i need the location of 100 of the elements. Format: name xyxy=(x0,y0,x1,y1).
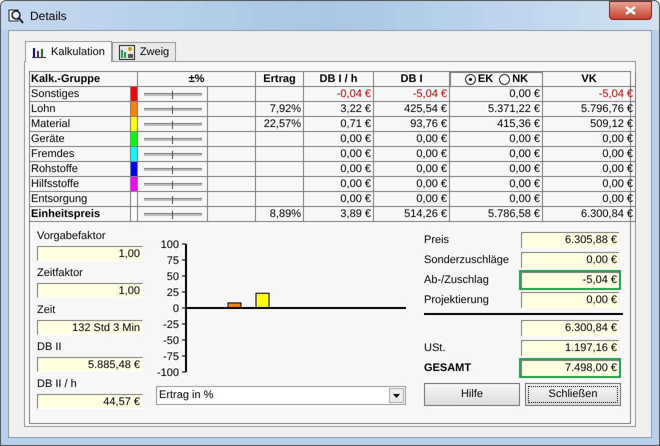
table-cell: 5.786,58 € xyxy=(450,207,543,222)
table-cell xyxy=(256,87,304,102)
axis-tick-label: 75 xyxy=(166,255,179,267)
table-cell xyxy=(256,192,304,207)
close-icon xyxy=(625,6,636,15)
field-label: Vorgabefaktor xyxy=(37,230,106,243)
field-label: DB II xyxy=(37,341,62,354)
slider-thumb[interactable] xyxy=(172,150,174,158)
table-cell: 0,00 € xyxy=(374,192,450,207)
slider-thumb[interactable] xyxy=(172,210,174,218)
field-label: Ab-/Zuschlag xyxy=(424,274,489,286)
value-field: -5,04 € xyxy=(519,270,621,290)
table-cell xyxy=(256,177,304,192)
table-cell: 0,00 € xyxy=(543,177,636,192)
table-cell: -5,04 € xyxy=(374,87,450,102)
field-label: DB II / h xyxy=(37,378,78,391)
table-cell: 7,92% xyxy=(256,102,304,117)
dialog-button[interactable]: Hilfe xyxy=(424,383,520,406)
table-cell: -5,04 € xyxy=(543,87,636,102)
axis-tick-label: 25 xyxy=(166,287,179,299)
table-cell: 8,89% xyxy=(256,207,304,222)
table-cell: 0,00 € xyxy=(304,132,374,147)
bar xyxy=(256,292,270,308)
field-label: Preis xyxy=(424,234,450,246)
column-header: Kalk.-Gruppe xyxy=(30,72,138,87)
value-field: 0,00 € xyxy=(519,250,621,270)
column-header: Ertrag xyxy=(256,72,304,87)
axis-tick-label: -75 xyxy=(163,351,179,363)
table-cell xyxy=(256,147,304,162)
axis-tick-label: 0 xyxy=(172,303,179,315)
table-cell: 415,36 € xyxy=(450,117,543,132)
field-label: Projektierung xyxy=(424,294,489,306)
table-cell: 0,00 € xyxy=(304,192,374,207)
axis-tick-label: -25 xyxy=(163,319,179,331)
value-field: 6.300,84 € xyxy=(519,318,621,338)
axis-tick-label: -50 xyxy=(163,335,179,347)
table-cell: 0,00 € xyxy=(543,192,636,207)
field-label: Sonderzuschläge xyxy=(424,254,510,266)
table-cell: 514,26 € xyxy=(374,207,450,222)
bar xyxy=(228,302,242,308)
landscape-icon xyxy=(118,44,135,60)
table-cell: 22,57% xyxy=(256,117,304,132)
table-cell: 5.371,22 € xyxy=(450,102,543,117)
table-cell: 0,00 € xyxy=(450,177,543,192)
column-header: DB I xyxy=(374,72,450,87)
slider-thumb[interactable] xyxy=(172,106,174,114)
dropdown[interactable]: Ertrag in % xyxy=(156,386,406,405)
table-cell: 509,12 € xyxy=(543,117,636,132)
radio-option[interactable]: NK xyxy=(499,74,528,85)
input-field[interactable]: 1,00 xyxy=(37,246,143,261)
input-field[interactable]: 1,00 xyxy=(37,283,143,298)
value-field: 7.498,00 € xyxy=(519,358,621,378)
table-cell: 0,00 € xyxy=(304,162,374,177)
field-label: GESAMT xyxy=(424,362,472,374)
dialog-button[interactable]: Schließen xyxy=(525,383,621,406)
field-label: Zeit xyxy=(37,304,56,317)
table-cell: 0,00 € xyxy=(304,147,374,162)
slider-thumb[interactable] xyxy=(172,180,174,188)
window-title: Details xyxy=(30,8,67,24)
tab[interactable]: Kalkulation xyxy=(25,41,112,62)
table-cell: 425,54 € xyxy=(374,102,450,117)
table-cell: 0,71 € xyxy=(304,117,374,132)
slider-thumb[interactable] xyxy=(172,120,174,128)
slider-thumb[interactable] xyxy=(172,136,174,144)
column-header: ±% xyxy=(138,72,256,87)
axis-tick-label: -100 xyxy=(156,367,179,379)
table-cell: 3,89 € xyxy=(304,207,374,222)
table-cell: 6.300,84 € xyxy=(543,207,636,222)
axis-tick-label: 50 xyxy=(166,271,179,283)
input-field[interactable]: 5.885,48 € xyxy=(37,357,143,372)
table-cell: 0,00 € xyxy=(450,147,543,162)
table-cell: 0,00 € xyxy=(374,147,450,162)
tab[interactable]: Zweig xyxy=(112,42,176,61)
close-button[interactable] xyxy=(609,1,652,20)
value-field: 0,00 € xyxy=(519,290,621,310)
slider-thumb[interactable] xyxy=(172,90,174,98)
table-cell: 3,22 € xyxy=(304,102,374,117)
field-label: Zeitfaktor xyxy=(37,267,84,280)
bar-chart-icon xyxy=(32,46,46,58)
table-cell xyxy=(256,132,304,147)
table-cell: 0,00 € xyxy=(304,177,374,192)
slider-thumb[interactable] xyxy=(172,196,174,204)
slider-thumb[interactable] xyxy=(172,166,174,174)
axis-tick-label: 100 xyxy=(160,239,179,251)
value-field: 6.305,88 € xyxy=(519,230,621,250)
field-label: USt. xyxy=(424,342,446,354)
table-cell: 0,00 € xyxy=(374,177,450,192)
table-cell: 5.796,76 € xyxy=(543,102,636,117)
table-cell: 0,00 € xyxy=(374,132,450,147)
table-cell: 0,00 € xyxy=(543,132,636,147)
table-cell: 0,00 € xyxy=(450,162,543,177)
table-cell: 0,00 € xyxy=(450,87,543,102)
table-cell: 0,00 € xyxy=(543,147,636,162)
radio-option[interactable]: EK xyxy=(464,74,494,85)
input-field[interactable]: 132 Std 3 Min xyxy=(37,320,143,335)
column-header: VK xyxy=(543,72,636,87)
table-cell: 93,76 € xyxy=(374,117,450,132)
table-cell: 0,00 € xyxy=(374,162,450,177)
input-field[interactable]: 44,57 € xyxy=(37,394,143,409)
table-cell: 0,00 € xyxy=(450,192,543,207)
